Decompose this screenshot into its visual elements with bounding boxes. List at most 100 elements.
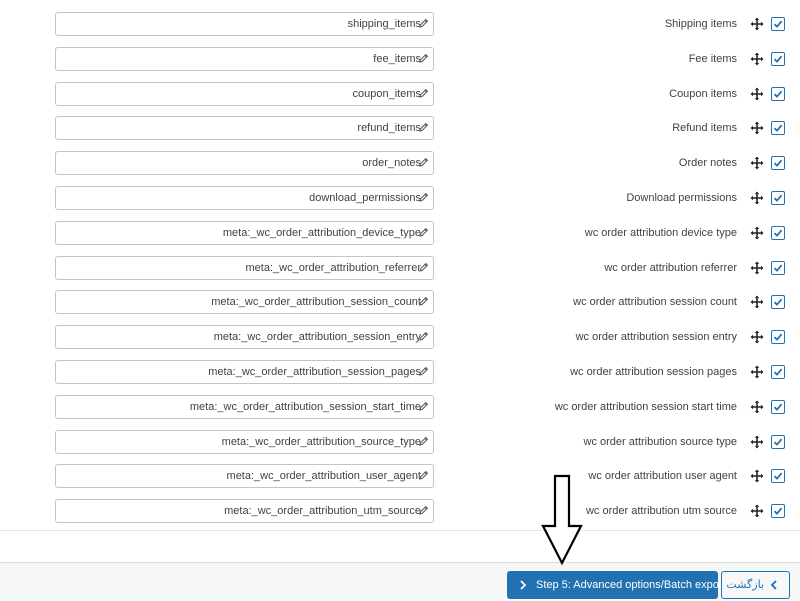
pencil-icon[interactable] xyxy=(419,470,429,481)
next-step-label: Step 5: Advanced options/Batch export xyxy=(536,579,726,591)
move-arrows-icon[interactable] xyxy=(750,295,764,309)
field-label: wc order attribution session start time xyxy=(554,400,737,413)
checkmark-icon xyxy=(773,403,783,411)
field-name-value: coupon_items xyxy=(352,87,422,100)
checkmark-icon xyxy=(773,438,783,446)
include-field-checkbox[interactable] xyxy=(771,17,785,31)
field-label: wc order attribution session count xyxy=(573,296,737,309)
include-field-checkbox[interactable] xyxy=(771,399,785,414)
pencil-icon[interactable] xyxy=(419,18,429,28)
next-step-button[interactable]: Step 5: Advanced options/Batch export xyxy=(507,571,726,599)
field-name-input[interactable]: meta:_wc_order_attribution_session_entry xyxy=(55,325,434,350)
chevron-right-icon xyxy=(520,580,527,590)
include-field-checkbox[interactable] xyxy=(771,434,785,449)
field-row: coupon_items Coupon items xyxy=(0,70,800,106)
move-arrows-icon[interactable] xyxy=(750,156,764,170)
checkmark-icon xyxy=(773,55,783,63)
field-name-input[interactable]: meta:_wc_order_attribution_session_count xyxy=(55,290,434,315)
include-field-checkbox[interactable] xyxy=(771,156,785,171)
pencil-icon[interactable] xyxy=(419,53,429,63)
move-arrows-icon[interactable] xyxy=(750,400,764,414)
include-field-checkbox[interactable] xyxy=(771,295,785,310)
field-label: wc order attribution source type xyxy=(583,435,737,448)
checkmark-icon xyxy=(773,20,783,28)
include-field-checkbox[interactable] xyxy=(771,225,785,240)
field-name-input[interactable]: coupon_items xyxy=(55,81,434,106)
pencil-icon[interactable] xyxy=(419,227,429,237)
move-arrows-icon[interactable] xyxy=(750,52,764,66)
field-name-value: refund_items xyxy=(357,122,421,135)
include-field-checkbox[interactable] xyxy=(771,191,785,205)
field-name-value: meta:_wc_order_attribution_referrer xyxy=(245,261,421,274)
include-field-checkbox[interactable] xyxy=(771,86,785,101)
pencil-icon[interactable] xyxy=(419,296,429,307)
pencil-icon[interactable] xyxy=(419,331,429,341)
chevron-left-icon xyxy=(770,580,777,590)
field-label: Coupon items xyxy=(669,87,737,100)
down-arrow-annotation xyxy=(541,474,583,566)
field-label: wc order attribution utm source xyxy=(585,505,737,518)
field-row: meta:_wc_order_attribution_source_type w… xyxy=(0,418,800,454)
pencil-icon[interactable] xyxy=(419,262,429,272)
field-row: download_permissions Download permission… xyxy=(0,174,800,210)
include-field-checkbox[interactable] xyxy=(771,469,785,484)
move-arrows-icon[interactable] xyxy=(750,121,764,135)
field-label: Shipping items xyxy=(664,18,737,30)
field-name-input[interactable]: download_permissions xyxy=(55,186,434,210)
field-name-input[interactable]: refund_items xyxy=(55,116,434,141)
pencil-icon[interactable] xyxy=(419,436,429,446)
field-name-input[interactable]: fee_items xyxy=(55,46,434,71)
pencil-icon[interactable] xyxy=(419,122,429,133)
field-label: wc order attribution device type xyxy=(584,226,737,239)
field-row: meta:_wc_order_attribution_utm_source wc… xyxy=(0,487,800,524)
pencil-icon[interactable] xyxy=(419,505,429,515)
move-arrows-icon[interactable] xyxy=(750,504,764,518)
include-field-checkbox[interactable] xyxy=(771,51,785,66)
pencil-icon[interactable] xyxy=(419,88,429,98)
move-arrows-icon[interactable] xyxy=(750,469,764,483)
field-name-input[interactable]: shipping_items xyxy=(55,12,434,36)
field-name-input[interactable]: meta:_wc_order_attribution_device_type xyxy=(55,220,434,245)
checkmark-icon xyxy=(773,194,783,202)
field-label: wc order attribution user agent xyxy=(588,470,737,483)
field-row: meta:_wc_order_attribution_session_pages… xyxy=(0,348,800,384)
include-field-checkbox[interactable] xyxy=(771,504,785,519)
field-row: meta:_wc_order_attribution_user_agent wc… xyxy=(0,452,800,489)
pencil-icon[interactable] xyxy=(419,192,429,202)
field-name-input[interactable]: meta:_wc_order_attribution_user_agent xyxy=(55,464,434,489)
move-arrows-icon[interactable] xyxy=(750,365,764,379)
field-name-input[interactable]: meta:_wc_order_attribution_utm_source xyxy=(55,499,434,524)
move-arrows-icon[interactable] xyxy=(750,226,764,240)
field-name-input[interactable]: meta:_wc_order_attribution_session_start… xyxy=(55,394,434,419)
checkmark-icon xyxy=(773,264,783,272)
field-label: Order notes xyxy=(678,157,737,170)
checkmark-icon xyxy=(773,229,783,237)
pencil-icon[interactable] xyxy=(419,401,429,411)
move-arrows-icon[interactable] xyxy=(750,435,764,449)
move-arrows-icon[interactable] xyxy=(750,191,764,205)
field-label: Refund items xyxy=(672,122,737,135)
field-name-input[interactable]: meta:_wc_order_attribution_referrer xyxy=(55,255,434,280)
field-name-input[interactable]: order_notes xyxy=(55,151,434,176)
include-field-checkbox[interactable] xyxy=(771,330,785,345)
field-name-value: download_permissions xyxy=(309,192,421,204)
field-name-value: meta:_wc_order_attribution_device_type xyxy=(222,226,421,239)
field-name-value: meta:_wc_order_attribution_user_agent xyxy=(226,470,421,483)
pencil-icon[interactable] xyxy=(419,366,429,376)
checkmark-icon xyxy=(773,368,783,376)
field-name-input[interactable]: meta:_wc_order_attribution_source_type xyxy=(55,429,434,454)
checkmark-icon xyxy=(773,333,783,342)
move-arrows-icon[interactable] xyxy=(750,17,764,31)
field-name-input[interactable]: meta:_wc_order_attribution_session_pages xyxy=(55,360,434,384)
move-arrows-icon[interactable] xyxy=(750,87,764,101)
include-field-checkbox[interactable] xyxy=(771,260,785,275)
field-name-value: shipping_items xyxy=(347,18,421,30)
field-row: meta:_wc_order_attribution_session_count… xyxy=(0,278,800,315)
pencil-icon[interactable] xyxy=(419,157,429,167)
back-button[interactable]: بازگشت xyxy=(721,571,790,599)
field-label: Download permissions xyxy=(626,192,737,204)
include-field-checkbox[interactable] xyxy=(771,121,785,136)
move-arrows-icon[interactable] xyxy=(750,261,764,275)
move-arrows-icon[interactable] xyxy=(750,330,764,344)
include-field-checkbox[interactable] xyxy=(771,365,785,379)
